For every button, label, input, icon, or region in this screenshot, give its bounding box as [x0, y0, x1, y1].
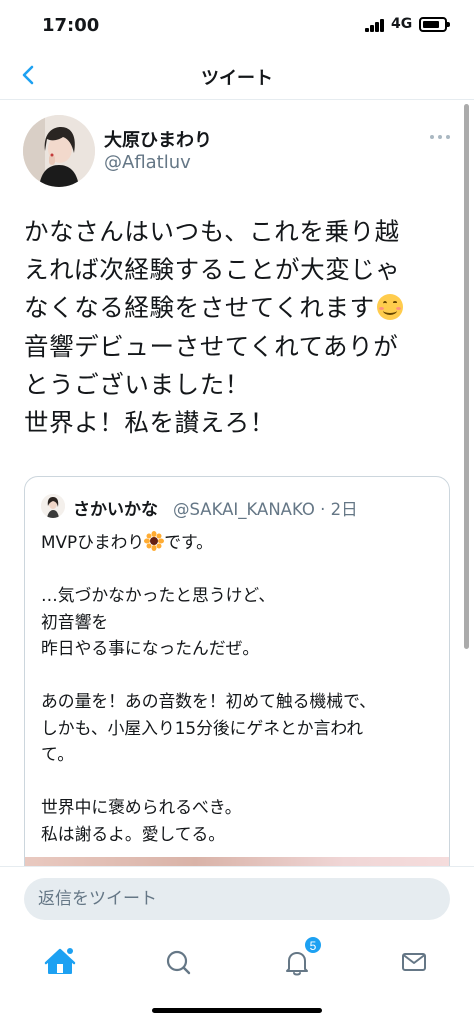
page-title: ツイート — [201, 68, 273, 89]
avatar-photo — [23, 115, 95, 187]
quote-text: MVPひまわり です。 …気づかなかったと思うけど、 初音響を 昨日やる事になった… — [41, 529, 441, 847]
quote-avatar — [41, 494, 65, 518]
quote-line: しかも、小屋入り15分後にゲネとか言われ — [41, 717, 364, 738]
battery-icon — [419, 17, 450, 32]
tweet-line: 世界よ！私を讃えろ！ — [24, 408, 275, 438]
tweet-text: かなさんはいつも、これを乗り越 えれば次経験することが大変じゃ なくなる経験をさ… — [24, 213, 454, 442]
quote-line — [41, 662, 441, 689]
nav-bar: ツイート — [0, 52, 474, 100]
quote-line: 初音響を — [41, 611, 109, 632]
quote-line: MVPひまわり です。 — [41, 529, 441, 556]
quote-line — [41, 768, 441, 795]
quote-author-name: さかいかな — [73, 500, 158, 520]
signal-icon — [365, 19, 385, 32]
status-bar: 17:00 4G — [0, 0, 474, 52]
reply-input[interactable]: 返信をツイート — [24, 878, 450, 920]
more-options-button[interactable] — [428, 130, 452, 144]
quote-line: 昨日やる事になったんだぜ。 — [41, 638, 260, 658]
home-indicator[interactable] — [152, 1008, 322, 1013]
tab-home[interactable] — [40, 942, 80, 982]
author-handle[interactable]: @Aflatluv — [104, 152, 191, 173]
quote-line-text: MVPひまわり — [41, 532, 145, 552]
tweet-line: かなさんはいつも、これを乗り越 — [24, 217, 400, 246]
quote-line — [41, 556, 441, 583]
home-icon — [44, 948, 76, 974]
quote-line: て。 — [41, 744, 75, 764]
smiling-face-emoji-icon — [376, 294, 403, 321]
mail-icon — [402, 953, 426, 971]
quote-line: あの量を！あの音数を！初めて触る機械で、 — [41, 691, 376, 711]
tab-messages[interactable] — [394, 942, 434, 982]
tweet-line: えれば次経験することが大変じゃ — [24, 255, 401, 285]
tweet-line: 音響デビューさせてくれてありが — [24, 331, 399, 361]
quote-line: …気づかなかったと思うけど、 — [41, 585, 276, 605]
author-name[interactable]: 大原ひまわり — [104, 126, 212, 152]
quote-line: 世界中に褒められるべき。 — [41, 797, 242, 817]
reply-bar: 返信をツイート — [0, 866, 474, 936]
network-type: 4G — [391, 16, 413, 32]
scrollbar[interactable] — [464, 104, 469, 649]
status-time: 17:00 — [42, 15, 100, 36]
quote-line: 私は謝るよ。愛してる。 — [41, 823, 226, 844]
quote-author-meta: @SAKAI_KANAKO · 2日 — [173, 500, 358, 519]
tweet-line-text: なくなる経験をさせてくれます — [24, 293, 375, 323]
tweet-line: なくなる経験をさせてくれます — [24, 289, 454, 327]
tab-search[interactable] — [158, 942, 198, 982]
notification-badge: 5 — [304, 936, 322, 954]
quoted-tweet[interactable]: さかいかな @SAKAI_KANAKO · 2日 MVPひまわり です。 …気づか… — [24, 476, 450, 896]
quote-line-text: です。 — [164, 532, 213, 552]
sunflower-emoji-icon — [144, 531, 165, 551]
tweet-line: とうございました！ — [24, 369, 250, 399]
search-icon — [166, 950, 191, 975]
avatar[interactable] — [23, 115, 95, 187]
